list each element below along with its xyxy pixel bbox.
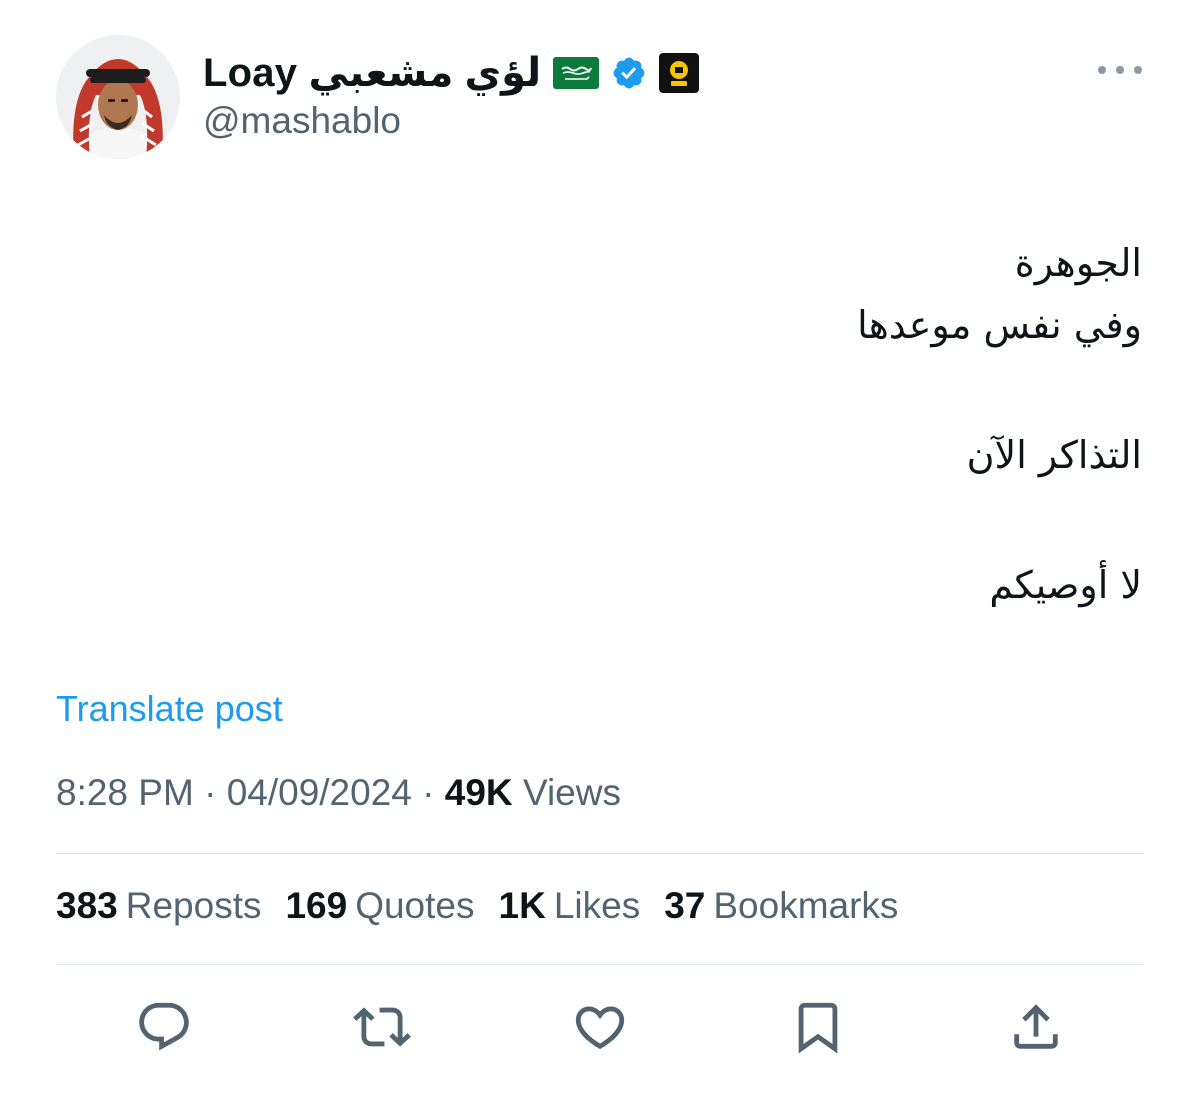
meta-separator: · (204, 772, 217, 813)
bookmarks-stat[interactable]: 37 Bookmarks (664, 885, 898, 927)
stat-label: Likes (553, 885, 641, 926)
likes-stat[interactable]: 1K Likes (499, 885, 641, 927)
stat-count: 169 (285, 885, 348, 926)
tweet-date[interactable]: 04/09/2024 (227, 772, 412, 813)
stat-count: 383 (56, 885, 118, 926)
repost-button[interactable] (350, 995, 414, 1059)
stat-label: Quotes (355, 885, 475, 926)
author-handle[interactable]: @mashablo (203, 100, 401, 142)
divider (56, 964, 1144, 965)
translate-post-link[interactable]: Translate post (56, 688, 283, 730)
tweet-line: الجوهرة (1014, 241, 1142, 285)
more-options-icon[interactable] (1098, 58, 1142, 82)
stat-count: 37 (664, 885, 706, 926)
action-bar (0, 995, 1200, 1059)
tweet-line: التذاكر الآن (966, 433, 1142, 477)
share-icon (1014, 1004, 1058, 1049)
like-button[interactable] (568, 995, 632, 1059)
stat-label: Bookmarks (713, 885, 899, 926)
views-label: Views (522, 772, 621, 813)
bookmark-button[interactable] (786, 995, 850, 1059)
author-name-row: Loay لؤي مشعبي (203, 46, 700, 100)
share-button[interactable] (1004, 995, 1068, 1059)
reposts-stat[interactable]: 383 Reposts (56, 885, 261, 927)
verified-badge-icon[interactable] (611, 55, 647, 91)
repost-icon (353, 1007, 411, 1047)
avatar[interactable] (56, 35, 180, 159)
quotes-stat[interactable]: 169 Quotes (285, 885, 474, 927)
avatar-photo (56, 35, 180, 159)
tweet-time[interactable]: 8:28 PM (56, 772, 194, 813)
divider (56, 853, 1144, 854)
reply-icon (139, 1002, 189, 1051)
stat-label: Reposts (125, 885, 262, 926)
meta-separator: · (422, 772, 435, 813)
tweet-meta: 8:28 PM · 04/09/2024 · 49K Views (56, 772, 621, 814)
saudi-flag-icon (553, 57, 600, 89)
bookmark-icon (798, 1002, 838, 1054)
engagement-stats: 383 Reposts 169 Quotes 1K Likes 37 Bookmarks (56, 885, 898, 927)
reply-button[interactable] (132, 995, 196, 1059)
tweet-text: الجوهرة وفي نفس موعدها التذاكر الآن لا أ… (242, 232, 1142, 616)
tweet-line: وفي نفس موعدها (857, 303, 1142, 347)
display-name[interactable]: Loay لؤي مشعبي (203, 50, 541, 96)
views-count: 49K (444, 772, 513, 813)
ittihad-club-logo (659, 53, 700, 93)
tweet-line: لا أوصيكم (989, 563, 1142, 607)
like-icon (575, 1006, 625, 1050)
stat-count: 1K (498, 885, 546, 926)
